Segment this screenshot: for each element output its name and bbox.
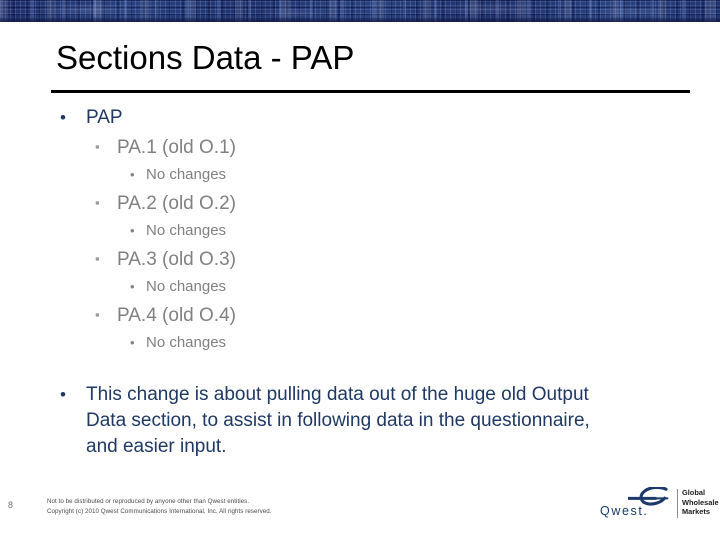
qwest-tagline: Global Wholesale Markets [682,488,719,517]
outline-body: • PAP ▪ PA.1 (old O.1) • No changes ▪ PA.2 (… [0,104,720,358]
list-item-label: No changes [146,334,227,351]
footer-legal-line-2: Copyright (c) 2010 Qwest Communications … [47,508,272,516]
square-bullet-icon: ▪ [95,195,100,210]
qwest-tagline-line-1: Global [682,488,705,497]
header-banner-image [0,0,720,22]
closing-statement-text: This change is about pulling data out of… [86,384,590,457]
round-bullet-icon: • [60,385,66,404]
list-item: ▪ PA.2 (old O.2) [0,190,720,218]
list-item-label: PA.3 (old O.3) [117,249,236,270]
square-bullet-icon: ▪ [95,139,100,154]
banner-bottom-shadow [0,17,720,22]
qwest-logo: Qwest. Global Wholesale Markets [600,487,719,521]
qwest-tagline-line-2: Wholesale [682,497,719,507]
small-round-bullet-icon: • [130,335,135,350]
list-item: ▪ PA.3 (old O.3) [0,246,720,274]
round-bullet-icon: • [60,108,66,127]
qwest-tagline-line-3: Markets [682,507,710,517]
list-item: • No changes [0,163,720,187]
list-item: • No changes [0,275,720,299]
logo-divider [677,489,678,518]
list-item: ▪ PA.1 (old O.1) [0,134,720,162]
list-item-label: PA.1 (old O.1) [117,137,236,158]
list-item: ▪ PA.4 (old O.4) [0,302,720,330]
list-item-label: No changes [146,278,227,295]
list-item-label: PA.4 (old O.4) [117,305,236,326]
page-number: 8 [8,500,14,510]
slide-canvas: Sections Data - PAP • PAP ▪ PA.1 (old O.1)… [0,0,720,540]
closing-statement-block: • This change is about pulling data out … [0,382,720,460]
list-item-label: PA.2 (old O.2) [117,193,236,214]
small-round-bullet-icon: • [130,279,135,294]
small-round-bullet-icon: • [130,167,135,182]
title-underline-rule [51,90,690,93]
list-item: • PAP [0,104,720,132]
list-item-label: No changes [146,166,227,183]
page-title: Sections Data - PAP [56,39,355,76]
list-item-label: PAP [86,107,123,128]
list-item: • No changes [0,331,720,355]
footer-legal-line-1: Not to be distributed or reproduced by a… [47,498,250,505]
footer-legal-notice: Not to be distributed or reproduced by a… [47,497,272,518]
list-item: • This change is about pulling data out … [0,382,720,460]
list-item: • No changes [0,219,720,243]
list-item-label: No changes [146,222,227,239]
square-bullet-icon: ▪ [95,307,100,322]
qwest-wordmark: Qwest. [600,504,649,518]
small-round-bullet-icon: • [130,223,135,238]
square-bullet-icon: ▪ [95,251,100,266]
